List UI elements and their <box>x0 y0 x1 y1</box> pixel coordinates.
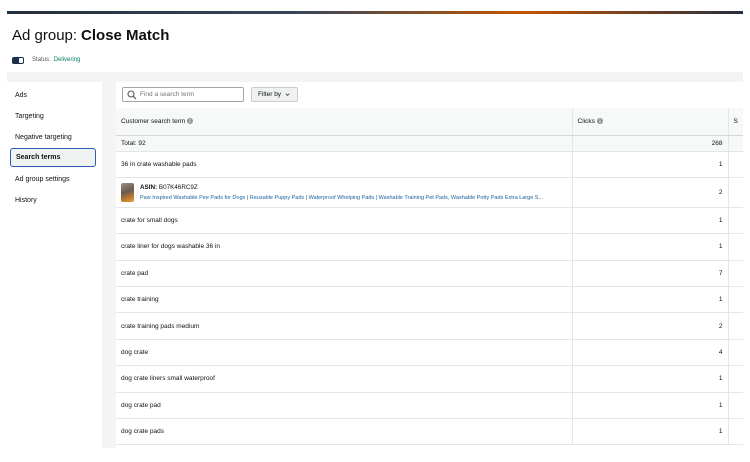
table-toolbar: Filter by <box>116 82 743 108</box>
clicks-cell: 1 <box>572 233 729 261</box>
clicks-cell: 2 <box>572 177 729 208</box>
search-input[interactable] <box>138 91 240 98</box>
clicks-cell: 2 <box>572 312 729 340</box>
search-term-cell: crate for small dogs <box>116 207 573 235</box>
table-row: crate training 1 <box>116 286 743 314</box>
search-terms-table: Customer search term Clicks S Total: 92 … <box>116 108 743 446</box>
sidebar-item-label: Ad group settings <box>15 176 70 183</box>
status-row: Status: Delivering <box>12 55 80 65</box>
column-header-truncated[interactable]: S <box>728 108 743 136</box>
sidebar-item-label: Negative targeting <box>15 134 72 141</box>
sidebar-item-label: Search terms <box>16 154 61 161</box>
page-title: Ad group: Close Match <box>12 27 169 44</box>
column-header-clicks[interactable]: Clicks <box>572 108 729 136</box>
filter-by-label: Filter by <box>257 91 282 98</box>
info-icon[interactable] <box>187 118 194 125</box>
ad-group-status-toggle[interactable] <box>12 56 24 64</box>
filter-by-button[interactable]: Filter by <box>251 87 298 102</box>
clicks-cell: 1 <box>572 392 729 420</box>
search-term-cell: crate pad <box>116 260 573 288</box>
search-terms-panel: Filter by Customer search term Clicks S … <box>116 82 743 448</box>
total-label: Total: 92 <box>116 135 573 152</box>
asin-label: ASIN: <box>140 183 158 191</box>
status-value: Delivering <box>53 57 81 63</box>
chevron-down-icon <box>285 93 290 96</box>
search-icon <box>127 89 137 99</box>
table-header-row: Customer search term Clicks S <box>116 108 743 136</box>
search-term-cell: 36 in crate washable pads <box>116 151 573 178</box>
table-row: crate for small dogs 1 <box>116 207 743 235</box>
search-term-cell: crate training pads medium <box>116 312 573 340</box>
sidebar-nav: Ads Targeting Negative targeting Search … <box>7 82 102 448</box>
sidebar-item-targeting[interactable]: Targeting <box>10 107 96 126</box>
table-row: dog crate 4 <box>116 339 743 367</box>
table-row: 36 in crate washable pads 1 <box>116 151 743 178</box>
table-row: dog crate liners small waterproof 1 <box>116 365 743 393</box>
sidebar-item-label: Targeting <box>15 113 44 120</box>
search-box[interactable] <box>122 87 244 102</box>
table-row: dog crate pads 1 <box>116 418 743 446</box>
page-title-prefix: Ad group: <box>12 27 78 44</box>
asin-row: ASIN: B07K46RC9Z Paw Inspired Washable P… <box>116 177 743 208</box>
clicks-cell: 4 <box>572 339 729 367</box>
search-term-cell: dog crate pad <box>116 392 573 420</box>
column-header-customer-search-term[interactable]: Customer search term <box>116 108 573 136</box>
status-label: Status: <box>32 57 51 63</box>
table-row: crate pad 7 <box>116 260 743 288</box>
sidebar-item-search-terms[interactable]: Search terms <box>10 148 96 167</box>
table-row: crate training pads medium 2 <box>116 312 743 340</box>
search-term-cell: dog crate <box>116 339 573 367</box>
info-icon[interactable] <box>596 118 603 125</box>
search-term-cell: dog crate pads <box>116 418 573 446</box>
ad-group-header: Ad group: Close Match Status: Delivering <box>7 14 743 72</box>
clicks-cell: 1 <box>572 286 729 314</box>
total-clicks: 268 <box>572 135 729 152</box>
asin-value: B07K46RC9Z <box>158 183 198 191</box>
clicks-cell: 7 <box>572 260 729 288</box>
asin-cell: ASIN: B07K46RC9Z Paw Inspired Washable P… <box>116 177 573 208</box>
table-row: dog crate pad 1 <box>116 392 743 420</box>
sidebar-item-ads[interactable]: Ads <box>10 86 96 105</box>
search-term-cell: dog crate liners small waterproof <box>116 365 573 393</box>
sidebar-item-label: Ads <box>15 92 28 99</box>
product-thumbnail[interactable] <box>121 182 134 202</box>
table-row: crate liner for dogs washable 36 in 1 <box>116 233 743 261</box>
sidebar-item-history[interactable]: History <box>10 191 96 210</box>
sidebar-item-ad-group-settings[interactable]: Ad group settings <box>10 170 96 189</box>
clicks-cell: 1 <box>572 207 729 235</box>
clicks-cell: 1 <box>572 418 729 446</box>
ad-group-name: Close Match <box>81 27 170 44</box>
search-term-cell: crate training <box>116 286 573 314</box>
sidebar-item-label: History <box>15 197 37 204</box>
clicks-cell: 1 <box>572 151 729 178</box>
sidebar-item-negative-targeting[interactable]: Negative targeting <box>10 128 96 147</box>
total-row: Total: 92 268 <box>116 135 743 152</box>
search-term-cell: crate liner for dogs washable 36 in <box>116 233 573 261</box>
page-frame: Ad group: Close Match Status: Delivering … <box>7 14 743 448</box>
clicks-cell: 1 <box>572 365 729 393</box>
product-title-link[interactable]: Paw Inspired Washable Pee Pads for Dogs … <box>140 195 564 201</box>
